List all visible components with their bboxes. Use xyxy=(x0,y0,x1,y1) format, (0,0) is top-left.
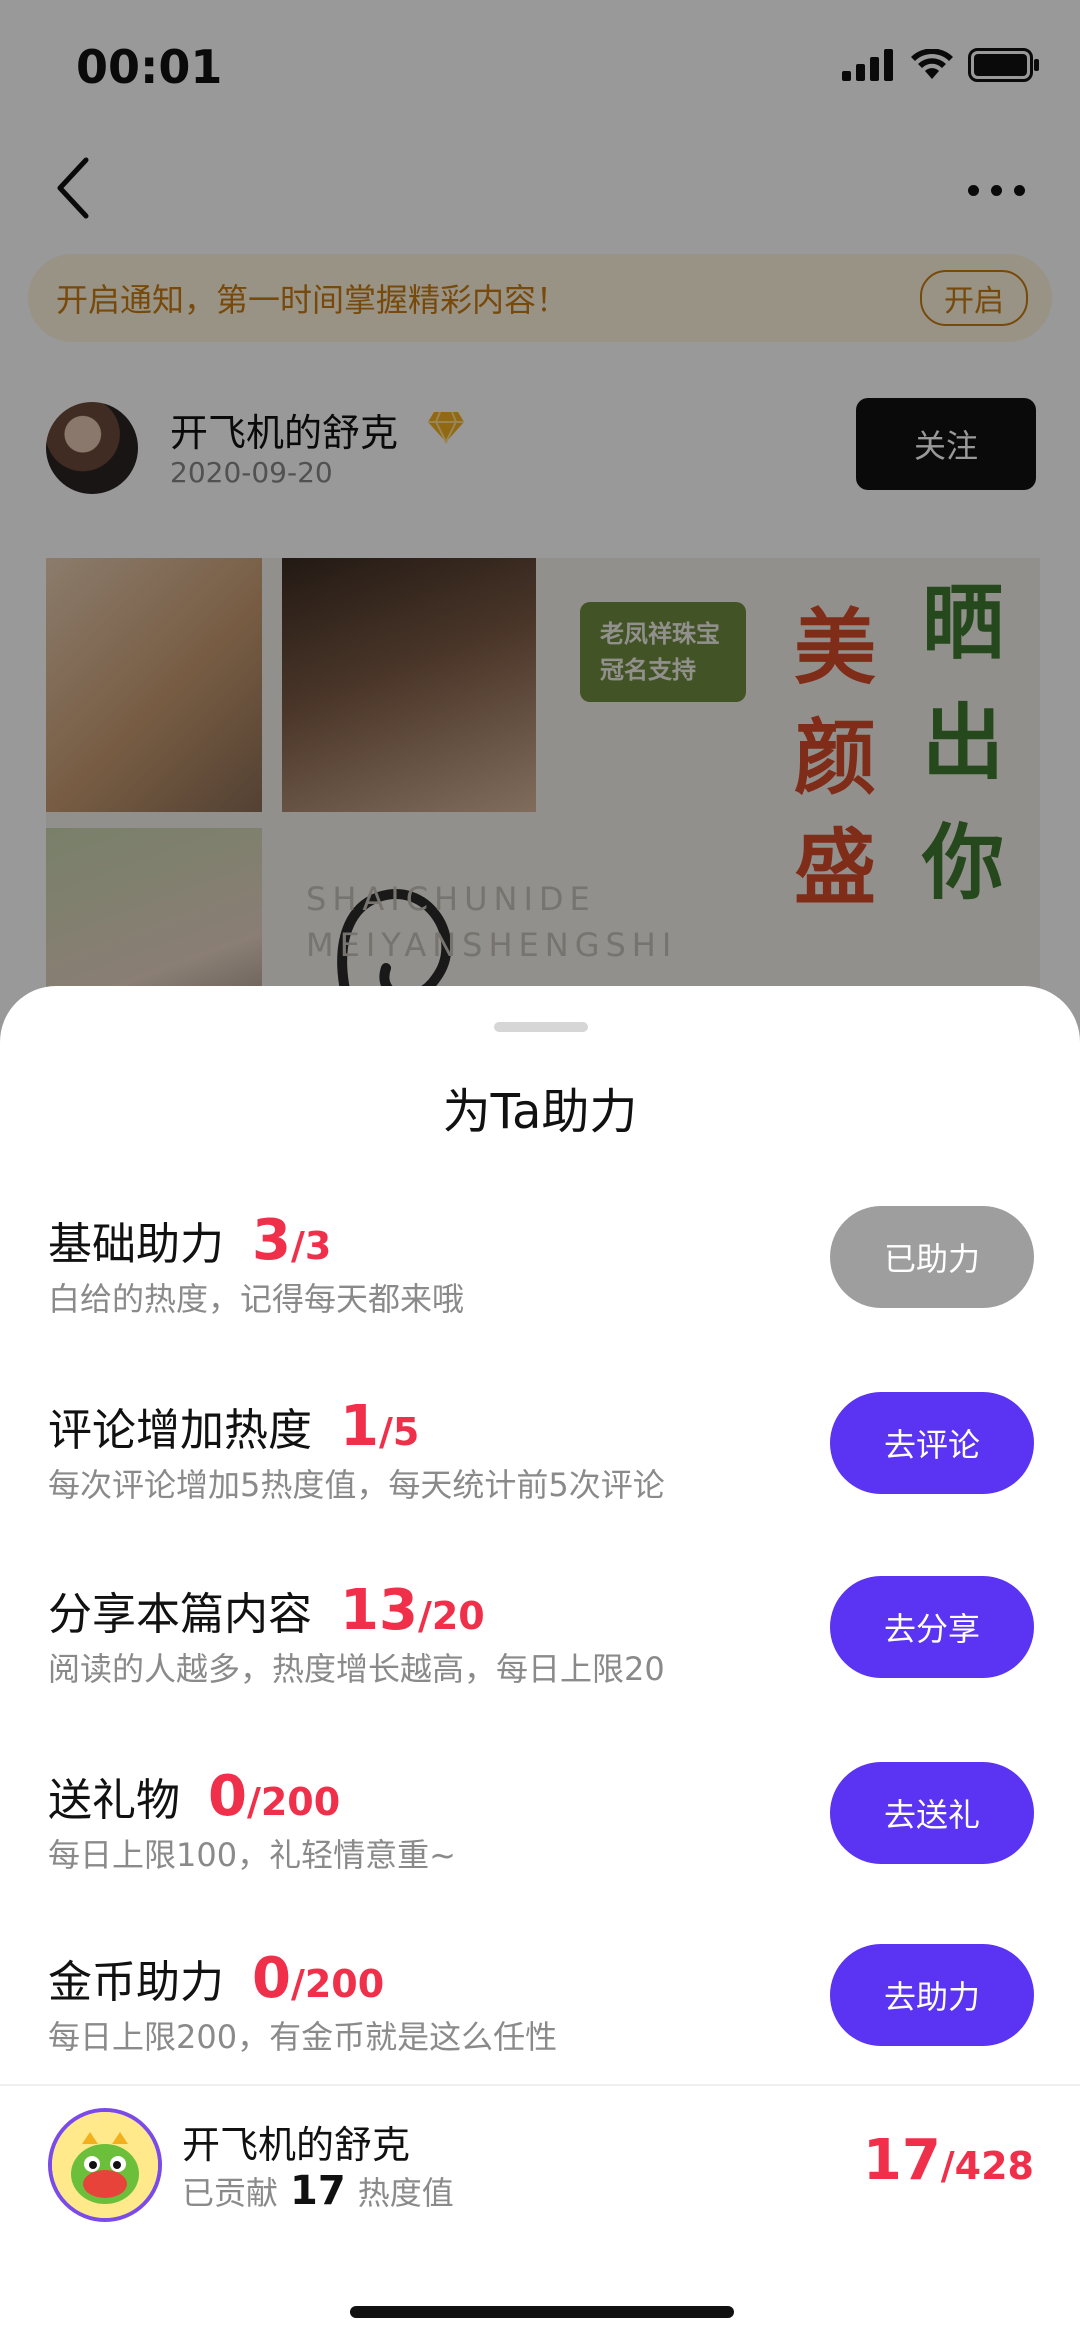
task-description: 阅读的人越多，热度增长越高，每日上限20 xyxy=(48,1650,665,1688)
cartoon-avatar-icon xyxy=(52,2112,158,2218)
progress-total: /5 xyxy=(378,1410,420,1454)
task-name: 分享本篇内容 13/20 xyxy=(48,1578,485,1643)
my-contribution: 开飞机的舒克 已贡献 17 热度值 17/428 xyxy=(48,2108,1034,2228)
task-name: 评论增加热度 1/5 xyxy=(48,1394,419,1459)
progress-current: 0 xyxy=(252,1946,291,2011)
sheet-title: 为Ta助力 xyxy=(442,1084,638,1140)
contribution-suffix: 热度值 xyxy=(357,2174,454,2212)
task-send-gift: 送礼物 0/200 每日上限100，礼轻情意重~ 去送礼 xyxy=(48,1748,1034,1878)
task-description: 白给的热度，记得每天都来哦 xyxy=(48,1280,465,1318)
home-indicator[interactable] xyxy=(350,2306,734,2318)
task-progress: 1/5 xyxy=(340,1394,419,1459)
progress-current: 0 xyxy=(208,1764,247,1829)
user-name: 开飞机的舒克 xyxy=(182,2123,411,2167)
progress-total: /3 xyxy=(290,1224,332,1268)
task-name: 金币助力 0/200 xyxy=(48,1946,384,2011)
send-gift-button[interactable]: 去送礼 xyxy=(830,1762,1034,1864)
task-name: 送礼物 0/200 xyxy=(48,1764,340,1829)
contribution-text: 已贡献 17 热度值 xyxy=(182,2168,454,2214)
task-progress: 13/20 xyxy=(340,1578,485,1643)
task-progress: 3/3 xyxy=(252,1208,331,1273)
progress-total: /200 xyxy=(290,1962,385,2006)
progress-current: 3 xyxy=(252,1208,291,1273)
task-description: 每日上限200，有金币就是这么任性 xyxy=(48,2018,558,2056)
task-description: 每次评论增加5热度值，每天统计前5次评论 xyxy=(48,1466,665,1504)
total-progress: 17/428 xyxy=(863,2128,1034,2193)
modal-backdrop[interactable] xyxy=(0,0,1080,1100)
task-coin-boost: 金币助力 0/200 每日上限200，有金币就是这么任性 去助力 xyxy=(48,1930,1034,2060)
comment-button[interactable]: 去评论 xyxy=(830,1392,1034,1494)
task-progress: 0/200 xyxy=(208,1764,340,1829)
boost-sheet: 为Ta助力 基础助力 3/3 白给的热度，记得每天都来哦 已助力 评论增加热度 … xyxy=(0,986,1080,2339)
coin-boost-button[interactable]: 去助力 xyxy=(830,1944,1034,2046)
task-name: 基础助力 3/3 xyxy=(48,1208,331,1273)
progress-current: 1 xyxy=(340,1394,379,1459)
contribution-value: 17 xyxy=(290,2168,346,2214)
task-label: 送礼物 xyxy=(48,1775,180,1826)
progress-total: /20 xyxy=(417,1594,485,1638)
task-label: 金币助力 xyxy=(48,1957,224,2008)
task-comment: 评论增加热度 1/5 每次评论增加5热度值，每天统计前5次评论 去评论 xyxy=(48,1378,1034,1508)
task-label: 评论增加热度 xyxy=(48,1405,312,1456)
user-avatar xyxy=(48,2108,162,2222)
boosted-button[interactable]: 已助力 xyxy=(830,1206,1034,1308)
share-button[interactable]: 去分享 xyxy=(830,1576,1034,1678)
progress-current: 17 xyxy=(862,2128,941,2193)
task-label: 分享本篇内容 xyxy=(48,1589,312,1640)
task-share: 分享本篇内容 13/20 阅读的人越多，热度增长越高，每日上限20 去分享 xyxy=(48,1562,1034,1692)
contribution-prefix: 已贡献 xyxy=(182,2174,279,2212)
divider xyxy=(0,2084,1080,2086)
progress-current: 13 xyxy=(340,1578,418,1643)
task-basic-boost: 基础助力 3/3 白给的热度，记得每天都来哦 已助力 xyxy=(48,1192,1034,1322)
sheet-grabber[interactable] xyxy=(494,1022,588,1032)
task-progress: 0/200 xyxy=(252,1946,384,2011)
task-label: 基础助力 xyxy=(48,1219,224,1270)
progress-total: /200 xyxy=(246,1780,341,1824)
task-description: 每日上限100，礼轻情意重~ xyxy=(48,1836,456,1874)
progress-total: /428 xyxy=(940,2144,1034,2188)
